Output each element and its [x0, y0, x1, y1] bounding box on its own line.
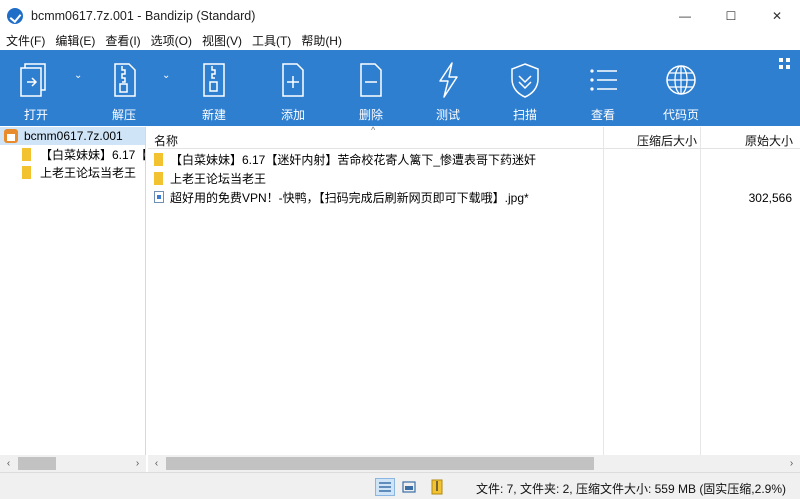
add-file-icon [282, 63, 304, 97]
row-name: 超好用的免费VPN！-快鸭，【扫码完成后刷新网页即可下载哦】.jpg* [170, 191, 529, 205]
list-row-folder[interactable]: 上老王论坛当老王 [148, 169, 800, 188]
close-button[interactable]: ✕ [754, 0, 800, 31]
view-button[interactable]: 查看 [579, 50, 627, 126]
menu-options[interactable]: 选项(O) [151, 32, 192, 49]
menu-view[interactable]: 视图(V) [202, 32, 242, 49]
extract-zip-icon [114, 63, 136, 97]
menu-tools[interactable]: 工具(T) [252, 32, 291, 49]
details-view-icon [379, 482, 391, 492]
open-button[interactable]: 打开 [12, 50, 60, 126]
column-header-original-size[interactable]: 原始大小 [745, 132, 793, 149]
archive-info-button[interactable] [427, 478, 447, 496]
column-header-name[interactable]: 名称 [154, 132, 178, 149]
tree-item-label: 【白菜妹妹】6.17【 [40, 147, 145, 162]
status-summary: 文件: 7, 文件夹: 2, 压缩文件大小: 559 MB (固实压缩,2.9%… [475, 482, 786, 496]
folder-icon [22, 147, 31, 161]
tree-root-label: bcmm0617.7z.001 [24, 129, 123, 143]
codepage-label: 代码页 [662, 108, 699, 122]
bandizip-logo-icon [7, 7, 23, 24]
menu-file[interactable]: 文件(F) [6, 32, 45, 49]
toolbar: 打开 ⌄ 解压 ⌄ 新建 添加 删除 测试 扫描 查看 代码页 [0, 50, 800, 126]
extract-dropdown-icon[interactable]: ⌄ [162, 70, 170, 81]
delete-file-icon [360, 63, 382, 97]
column-header-packed-size[interactable]: 压缩后大小 [637, 132, 697, 149]
scroll-right-icon[interactable]: › [783, 455, 800, 472]
window-title: bcmm0617.7z.001 - Bandizip (Standard) [31, 8, 256, 23]
add-label: 添加 [280, 108, 305, 122]
shield-icon [511, 63, 539, 98]
preview-view-button[interactable] [399, 478, 419, 496]
list-view-icon [590, 69, 617, 91]
preview-view-icon [402, 481, 416, 493]
status-bar: 文件: 7, 文件夹: 2, 压缩文件大小: 559 MB (固实压缩,2.9%… [0, 472, 800, 499]
scroll-left-icon[interactable]: ‹ [148, 455, 165, 472]
menu-bar: 文件(F) 编辑(E) 查看(I) 选项(O) 视图(V) 工具(T) 帮助(H… [0, 31, 800, 50]
delete-label: 删除 [358, 108, 383, 122]
minimize-button[interactable]: — [662, 0, 708, 31]
extract-label: 解压 [111, 108, 136, 122]
globe-icon [666, 65, 696, 95]
open-dropdown-icon[interactable]: ⌄ [74, 70, 82, 81]
list-horizontal-scrollbar[interactable]: ‹ › [148, 455, 800, 472]
lightning-icon [439, 62, 458, 98]
delete-button[interactable]: 删除 [347, 50, 395, 126]
new-label: 新建 [201, 108, 226, 122]
row-name: 【白菜妹妹】6.17【迷奸内射】苦命校花寄人篱下_惨遭表哥下药迷奸 [170, 153, 537, 167]
row-name: 上老王论坛当老王 [170, 172, 267, 186]
codepage-button[interactable]: 代码页 [657, 50, 705, 126]
scroll-thumb[interactable] [166, 457, 594, 470]
scan-button[interactable]: 扫描 [501, 50, 549, 126]
details-view-button[interactable] [375, 478, 395, 496]
list-row-file[interactable]: 超好用的免费VPN！-快鸭，【扫码完成后刷新网页即可下载哦】.jpg* 302,… [148, 188, 800, 207]
tree-root-archive[interactable]: bcmm0617.7z.001 [0, 127, 145, 145]
row-size: 302,566 [748, 190, 792, 205]
scroll-right-icon[interactable]: › [129, 455, 146, 472]
tree-horizontal-scrollbar[interactable]: ‹ › [0, 455, 146, 472]
new-archive-button[interactable]: 新建 [190, 50, 238, 126]
archive-icon [4, 129, 19, 143]
maximize-button[interactable]: ☐ [708, 0, 754, 31]
scroll-left-icon[interactable]: ‹ [0, 455, 17, 472]
list-row-folder[interactable]: 【白菜妹妹】6.17【迷奸内射】苦命校花寄人篱下_惨遭表哥下药迷奸 [148, 150, 800, 169]
open-label: 打开 [23, 108, 48, 122]
test-label: 测试 [435, 108, 460, 122]
title-bar: bcmm0617.7z.001 - Bandizip (Standard) — … [0, 0, 800, 31]
list-header: ^ 名称 压缩后大小 原始大小 [148, 125, 800, 149]
scan-label: 扫描 [512, 108, 537, 122]
folder-icon [22, 165, 31, 179]
folder-tree[interactable]: bcmm0617.7z.001 【白菜妹妹】6.17【 上老王论坛当老王 [0, 127, 146, 455]
tree-item-folder-2[interactable]: 上老王论坛当老王 [0, 163, 145, 181]
new-archive-icon [203, 63, 225, 97]
test-button[interactable]: 测试 [424, 50, 472, 126]
menu-help[interactable]: 帮助(H) [301, 32, 342, 49]
file-list[interactable]: ^ 名称 压缩后大小 原始大小 【白菜妹妹】6.17【迷奸内射】苦命校花寄人篱下… [148, 125, 800, 455]
sort-indicator-icon: ^ [371, 125, 376, 135]
folder-icon [154, 153, 163, 166]
add-button[interactable]: 添加 [269, 50, 317, 126]
window-controls: — ☐ ✕ [662, 0, 800, 31]
scroll-thumb[interactable] [18, 457, 56, 470]
extract-button[interactable]: 解压 [100, 50, 148, 126]
menu-find[interactable]: 查看(I) [105, 32, 140, 49]
tree-item-folder-1[interactable]: 【白菜妹妹】6.17【 [0, 145, 145, 163]
archive-info-icon [431, 479, 443, 495]
image-file-icon [154, 191, 164, 203]
grid-menu-icon[interactable] [779, 58, 791, 70]
menu-edit[interactable]: 编辑(E) [55, 32, 95, 49]
tree-item-label: 上老王论坛当老王 [40, 165, 137, 180]
view-label: 查看 [590, 108, 615, 122]
open-archive-icon [20, 63, 46, 97]
folder-icon [154, 172, 163, 185]
